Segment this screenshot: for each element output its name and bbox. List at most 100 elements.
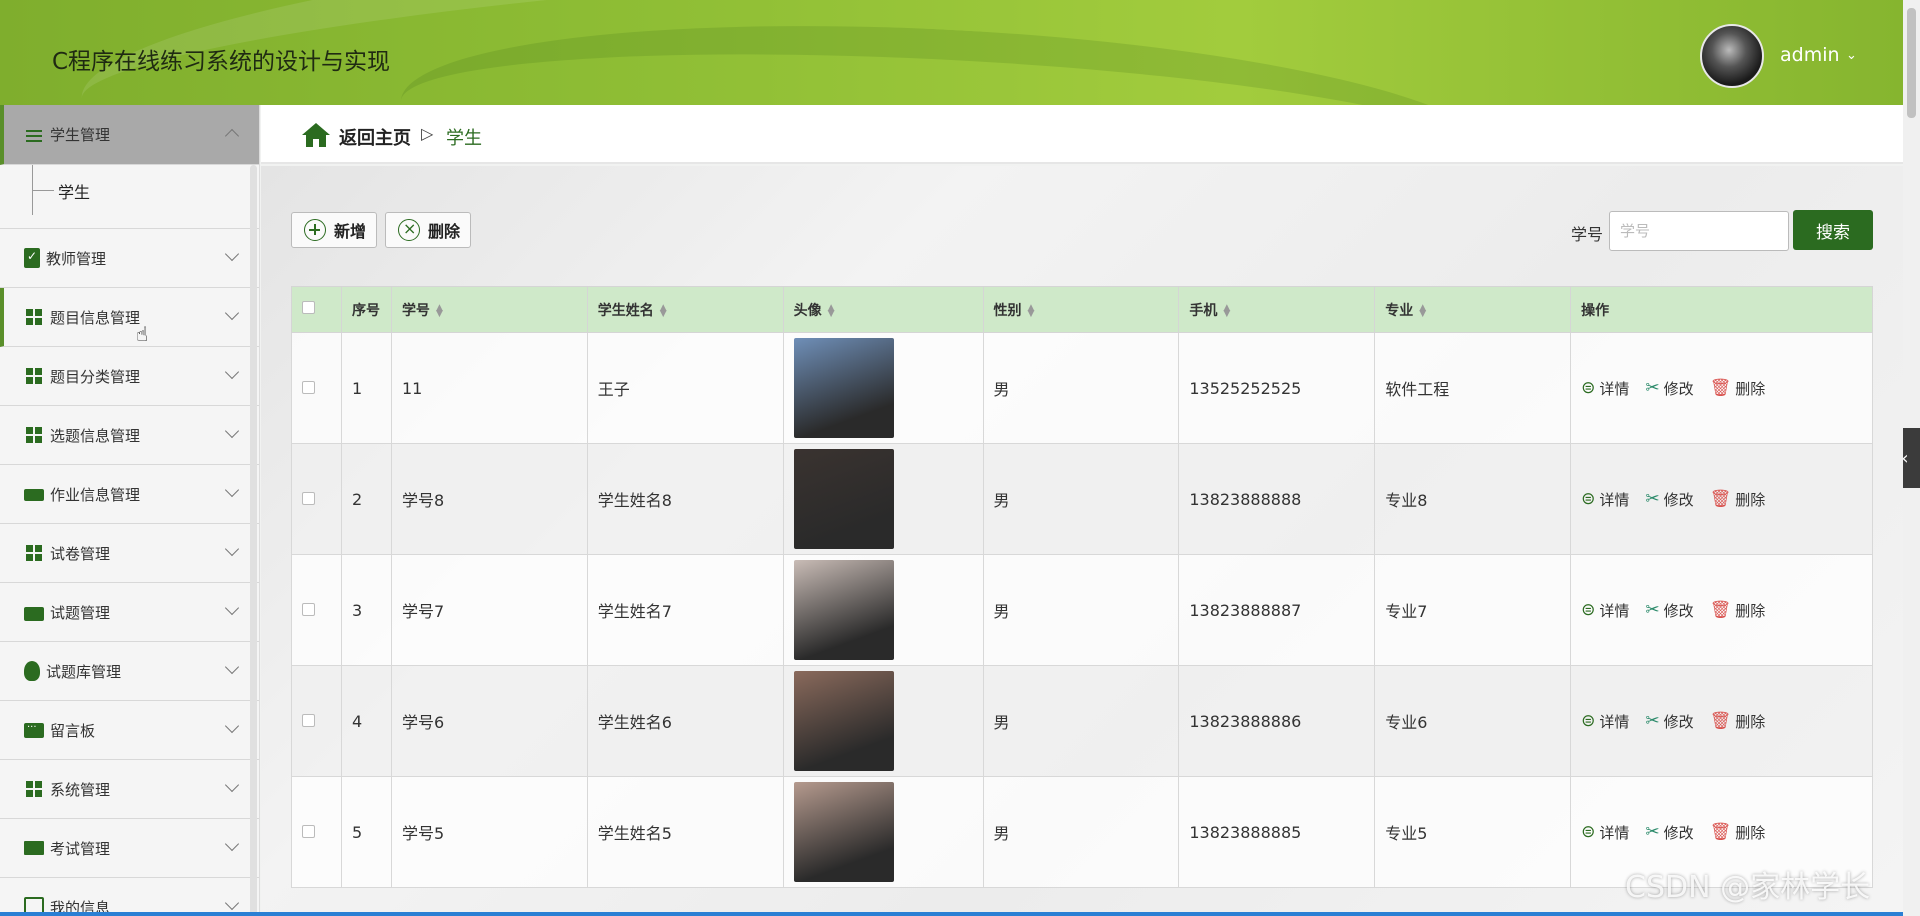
select-all-cell[interactable] [291, 286, 342, 333]
row-checkbox[interactable] [302, 713, 315, 727]
monitor-icon [24, 841, 44, 855]
trash-icon: 🗑 [1709, 489, 1732, 509]
sort-icon[interactable]: ▲ ▼ [828, 303, 835, 318]
row-checkbox[interactable] [302, 824, 315, 838]
sort-icon[interactable]: ▲ ▼ [1223, 303, 1230, 318]
row-select-cell[interactable] [291, 554, 342, 666]
sidebar-item-exam-management[interactable]: 考试管理 [0, 819, 259, 878]
add-button-label: 新增 [334, 222, 367, 241]
delete-button[interactable]: 🗑 删除 [1710, 378, 1766, 399]
sidebar-item-message-board[interactable]: 留言板 [0, 701, 259, 760]
row-select-cell[interactable] [291, 776, 342, 888]
edit-button[interactable]: ✂ 修改 [1645, 822, 1693, 843]
student-major: 专业7 [1374, 554, 1572, 666]
delete-button[interactable]: 🗑 删除 [1710, 822, 1766, 843]
student-avatar[interactable] [793, 671, 894, 771]
column-header[interactable]: 性别 ▲ ▼ [982, 286, 1180, 333]
student-name: 学生姓名8 [586, 443, 784, 555]
student-phone: 13823888888 [1178, 443, 1376, 555]
sort-icon[interactable]: ▲ ▼ [1028, 303, 1035, 318]
trash-icon: 🗑 [1709, 378, 1732, 398]
row-select-cell[interactable] [291, 332, 342, 444]
sidebar-item-student-management[interactable]: 学生管理 [0, 105, 259, 165]
sidebar-subitem-student[interactable]: 学生 [0, 165, 259, 229]
delete-button-label: 删除 [428, 222, 461, 241]
trash-icon: 🗑 [1709, 711, 1732, 731]
detail-button[interactable]: ⊜ 详情 [1581, 822, 1629, 843]
sidebar-item-label: 系统管理 [50, 780, 111, 799]
edit-button[interactable]: ✂ 修改 [1645, 378, 1693, 399]
sidebar-scrollbar[interactable] [250, 165, 257, 915]
search-input[interactable] [1609, 211, 1789, 251]
search-detail-icon: ⊜ [1581, 600, 1596, 620]
chevron-down-icon [224, 482, 240, 498]
username-dropdown[interactable]: admin [1780, 44, 1840, 66]
sidebar-item-question-management[interactable]: 试题管理 [0, 583, 259, 642]
sidebar: 学生管理 学生 教师管理 题目信息管理 题目分类管理 选题信息管理 作业信息管理… [0, 105, 260, 916]
sort-icon[interactable]: ▲ ▼ [660, 303, 667, 318]
grid-icon [24, 779, 44, 799]
delete-button[interactable]: 🗑 删除 [1710, 711, 1766, 732]
table-row: 1 11 王子男 13525252525 软件工程 ⊜ 详情 ✂ 修改 🗑 删除 [291, 332, 1873, 444]
sidebar-item-system-management[interactable]: 系统管理 [0, 760, 259, 819]
sidebar-item-label: 试题库管理 [46, 662, 122, 681]
column-header[interactable]: 头像 ▲ ▼ [782, 286, 984, 333]
student-major: 专业5 [1374, 776, 1572, 888]
grid-icon [24, 425, 44, 445]
tree-line [32, 190, 54, 191]
sidebar-item-exam-paper[interactable]: 试卷管理 [0, 524, 259, 583]
column-header[interactable]: 手机 ▲ ▼ [1178, 286, 1376, 333]
chevron-down-icon [224, 246, 240, 262]
sidebar-item-my-info[interactable]: 我的信息 [0, 878, 259, 916]
delete-button[interactable]: 🗑 删除 [1710, 600, 1766, 621]
sidebar-item-topic-selection[interactable]: 选题信息管理 [0, 406, 259, 465]
search-button[interactable]: 搜索 [1793, 210, 1873, 250]
batch-delete-button[interactable]: 删除 [385, 212, 472, 248]
sidebar-item-question-info[interactable]: 题目信息管理 [0, 288, 259, 347]
actions-cell: ⊜ 详情 ✂ 修改 🗑 删除 [1570, 665, 1873, 777]
sidebar-item-homework-info[interactable]: 作业信息管理 [0, 465, 259, 524]
student-avatar[interactable] [793, 338, 894, 438]
edit-button[interactable]: ✂ 修改 [1645, 711, 1693, 732]
student-avatar[interactable] [793, 782, 894, 882]
column-header[interactable]: 专业 ▲ ▼ [1374, 286, 1572, 333]
select-all-checkbox[interactable] [302, 301, 315, 314]
row-index: 1 [340, 332, 392, 444]
mouse-cursor-icon: ☝ [136, 322, 149, 346]
home-icon[interactable] [301, 122, 331, 148]
row-checkbox[interactable] [302, 380, 315, 394]
detail-button[interactable]: ⊜ 详情 [1581, 711, 1629, 732]
row-select-cell[interactable] [291, 443, 342, 555]
column-header[interactable]: 学号 ▲ ▼ [390, 286, 588, 333]
detail-button[interactable]: ⊜ 详情 [1581, 378, 1629, 399]
add-button[interactable]: 新增 [291, 212, 378, 248]
grid-icon [24, 366, 44, 386]
sidebar-subitem-label[interactable]: 学生 [58, 179, 90, 203]
sidebar-item-question-bank[interactable]: 试题库管理 [0, 642, 259, 701]
breadcrumb-home-link[interactable]: 返回主页 [339, 124, 411, 150]
chevron-down-icon[interactable]: ⌄ [1846, 48, 1857, 63]
student-name: 学生姓名5 [586, 776, 784, 888]
column-header[interactable]: 学生姓名 ▲ ▼ [586, 286, 784, 333]
sidebar-item-question-category[interactable]: 题目分类管理 [0, 347, 259, 406]
scrollbar-thumb[interactable] [1907, 8, 1916, 118]
student-name: 王子 [586, 332, 784, 444]
row-select-cell[interactable] [291, 665, 342, 777]
edit-button[interactable]: ✂ 修改 [1645, 600, 1693, 621]
sort-icon[interactable]: ▲ ▼ [1419, 303, 1426, 318]
sidebar-item-teacher-management[interactable]: 教师管理 [0, 229, 259, 288]
row-checkbox[interactable] [302, 602, 315, 616]
table-row: 4 学号6 学生姓名6 男 13823888886 专业6 ⊜ 详情 ✂ 修改 🗑 删除 [291, 665, 1873, 777]
delete-button[interactable]: 🗑 删除 [1710, 489, 1766, 510]
user-avatar[interactable] [1700, 24, 1764, 88]
row-checkbox[interactable] [302, 491, 315, 505]
detail-button[interactable]: ⊜ 详情 [1581, 600, 1629, 621]
student-avatar[interactable] [793, 560, 894, 660]
sidebar-item-label: 选题信息管理 [50, 426, 141, 445]
student-gender: 男 [982, 443, 1180, 555]
detail-button[interactable]: ⊜ 详情 [1581, 489, 1629, 510]
student-avatar[interactable] [793, 449, 894, 549]
sort-icon[interactable]: ▲ ▼ [436, 303, 443, 318]
edit-button[interactable]: ✂ 修改 [1645, 489, 1693, 510]
chevron-down-icon [224, 541, 240, 557]
